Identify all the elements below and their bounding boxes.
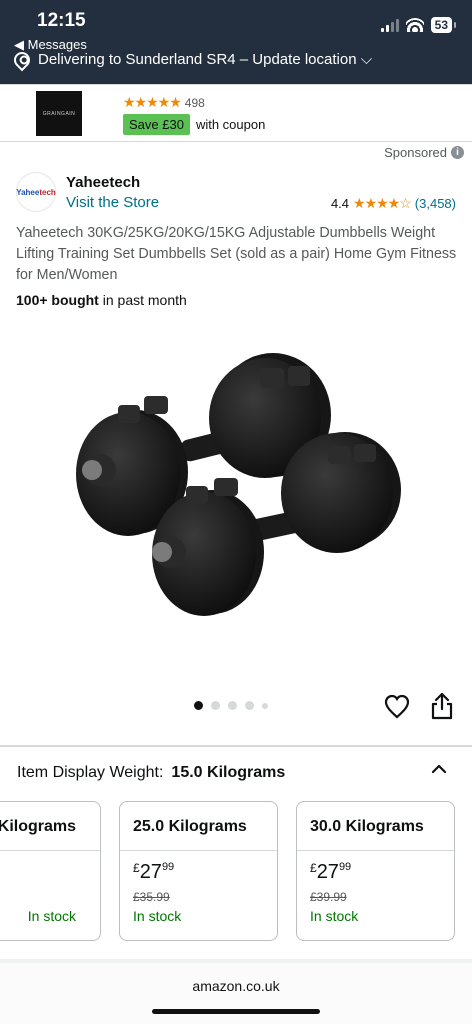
delivery-location-text: Delivering to Sunderland SR4 – Update lo… — [38, 51, 373, 68]
sponsored-text: Sponsored — [384, 145, 447, 160]
variation-cards: 15.0 Kilograms In stock 25.0 Kilograms £… — [0, 801, 472, 941]
brand-name: Yaheetech — [66, 174, 141, 191]
bought-suffix: in past month — [98, 292, 187, 308]
variation-card-stock: In stock — [27, 908, 76, 924]
carousel-dot[interactable] — [262, 702, 268, 709]
variation-card-was-price: £39.99 — [310, 890, 347, 904]
product-image[interactable] — [60, 340, 412, 630]
coupon-text: with coupon — [195, 117, 266, 132]
delivery-location[interactable]: Delivering to Sunderland SR4 – Update lo… — [10, 48, 373, 71]
ad-rating-count: 498 — [184, 95, 205, 110]
info-icon: i — [451, 146, 464, 159]
location-pin-icon — [10, 48, 34, 71]
carousel-dot[interactable] — [228, 701, 237, 710]
variation-header[interactable]: Item Display Weight: 15.0 Kilograms — [17, 764, 285, 782]
variation-selected-value: 15.0 Kilograms — [171, 764, 286, 781]
price-fraction: 99 — [338, 861, 352, 873]
visit-store-link[interactable]: Visit the Store — [66, 194, 159, 211]
carousel-dot[interactable] — [245, 701, 254, 710]
header-bar: 12:15 ◀ Messages 53 Delivering to Sunder… — [0, 0, 472, 84]
wishlist-heart-icon[interactable] — [384, 694, 410, 720]
share-icon[interactable] — [430, 692, 454, 720]
bought-count: 100+ bought — [16, 292, 99, 308]
url-text: amazon.co.uk — [192, 978, 280, 994]
ad-brand-logo: GRAINGAIN — [36, 91, 82, 136]
variation-card-price: £2799 — [310, 861, 351, 884]
variation-card-title: 30.0 Kilograms — [297, 802, 454, 851]
price-currency: £ — [310, 861, 317, 875]
status-icons: 53 — [380, 17, 457, 33]
variation-card-title: 25.0 Kilograms — [120, 802, 277, 851]
product-rating[interactable]: 4.4 ★★★★☆ (3,458) — [331, 195, 456, 212]
browser-url-bar[interactable]: amazon.co.uk — [0, 963, 472, 1024]
product-title: Yaheetech 30KG/25KG/20KG/15KG Adjustable… — [16, 225, 457, 283]
carousel-dot[interactable] — [194, 701, 203, 710]
coupon-badge: Save £30 — [123, 114, 190, 135]
variation-card-15kg[interactable]: 15.0 Kilograms In stock — [0, 801, 101, 941]
sponsored-ad-banner[interactable]: GRAINGAIN ★★★★★ 498 Save £30 with coupon — [0, 84, 472, 142]
ad-star-rating-icon: ★★★★★ — [123, 94, 182, 110]
variation-card-stock: In stock — [310, 908, 359, 924]
variation-card-was-price: £35.99 — [133, 890, 170, 904]
ad-offer: Save £30 with coupon — [123, 114, 265, 135]
price-fraction: 99 — [161, 861, 175, 873]
price-currency: £ — [133, 861, 140, 875]
chevron-up-icon[interactable] — [431, 761, 447, 777]
variation-card-30kg[interactable]: 30.0 Kilograms £2799 £39.99 In stock — [296, 801, 455, 941]
wifi-icon — [405, 18, 424, 32]
battery-icon: 53 — [430, 17, 457, 33]
price-whole: 27 — [139, 861, 162, 883]
brand-logo-text-a: Yahee — [16, 187, 40, 197]
bought-in-past-month: 100+ bought in past month — [16, 292, 187, 308]
star-rating-icon: ★★★★☆ — [353, 195, 412, 211]
carousel-dot[interactable] — [211, 701, 220, 710]
brand-logo[interactable]: Yahee tech — [16, 172, 56, 212]
variation-card-stock: In stock — [133, 908, 182, 924]
rating-value: 4.4 — [330, 196, 350, 211]
home-indicator[interactable] — [152, 1009, 320, 1014]
ad-rating: ★★★★★ 498 — [123, 94, 205, 111]
status-time: 12:15 — [37, 10, 86, 31]
image-carousel-dots[interactable] — [194, 701, 268, 710]
variation-card-25kg[interactable]: 25.0 Kilograms £2799 £35.99 In stock — [119, 801, 278, 941]
brand-logo-text-b: tech — [39, 187, 56, 197]
cellular-signal-icon — [380, 18, 399, 32]
variation-label: Item Display Weight: — [17, 764, 164, 781]
sponsored-label[interactable]: Sponsored i — [384, 145, 464, 160]
variation-card-title: 15.0 Kilograms — [0, 802, 100, 851]
price-whole: 27 — [316, 861, 339, 883]
section-divider — [0, 745, 472, 747]
variation-card-price: £2799 — [133, 861, 174, 884]
review-count: (3,458) — [414, 196, 456, 211]
